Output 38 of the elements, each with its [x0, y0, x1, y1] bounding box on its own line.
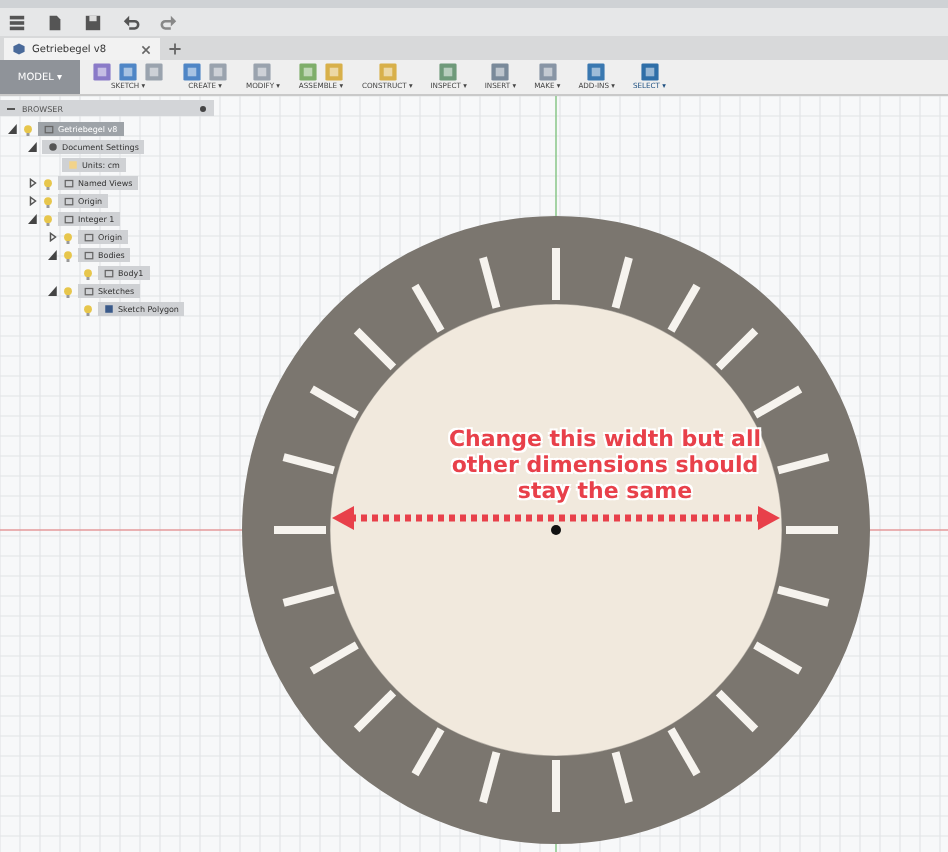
expand-arrow-icon[interactable] — [28, 142, 38, 152]
lightbulb-icon[interactable] — [62, 231, 74, 243]
tool-icon[interactable] — [252, 61, 273, 81]
annotation-text: Change this width but all other dimensions should stay the same — [446, 426, 764, 504]
expand-arrow-icon[interactable] — [28, 214, 38, 224]
pin-icon[interactable] — [198, 103, 208, 113]
lightbulb-icon[interactable] — [62, 249, 74, 261]
lightbulb-icon[interactable] — [22, 123, 34, 135]
undo-icon[interactable] — [122, 13, 140, 31]
tool-icon[interactable] — [438, 61, 459, 81]
lightbulb-icon[interactable] — [62, 285, 74, 297]
redo-icon[interactable] — [160, 13, 178, 31]
expand-arrow-icon[interactable] — [8, 124, 18, 134]
expand-arrow-icon[interactable] — [28, 196, 38, 206]
close-icon[interactable] — [140, 43, 152, 55]
gear-icon — [48, 142, 58, 152]
origin-dot — [551, 525, 561, 535]
expand-arrow-icon[interactable] — [48, 232, 58, 242]
lightbulb-icon[interactable] — [42, 177, 54, 189]
new-tab-icon[interactable] — [168, 42, 182, 56]
document-icon — [68, 160, 78, 170]
expand-arrow-icon[interactable] — [48, 250, 58, 260]
sketch-icon — [104, 304, 114, 314]
lightbulb-icon[interactable] — [42, 195, 54, 207]
folder-icon — [84, 286, 94, 296]
lightbulb-icon[interactable] — [82, 267, 94, 279]
tool-icon[interactable] — [537, 61, 558, 81]
expand-arrow-icon[interactable] — [48, 286, 58, 296]
expand-arrow-icon[interactable] — [28, 178, 38, 188]
tool-icon[interactable] — [490, 61, 511, 81]
tool-icon[interactable] — [586, 61, 607, 81]
lightbulb-icon[interactable] — [42, 213, 54, 225]
file-icon[interactable] — [46, 13, 64, 31]
tool-icon[interactable] — [639, 61, 660, 81]
tool-icon[interactable] — [297, 61, 318, 81]
grid-menu-icon[interactable] — [8, 13, 26, 31]
save-icon[interactable] — [84, 13, 102, 31]
lightbulb-icon[interactable] — [82, 303, 94, 315]
